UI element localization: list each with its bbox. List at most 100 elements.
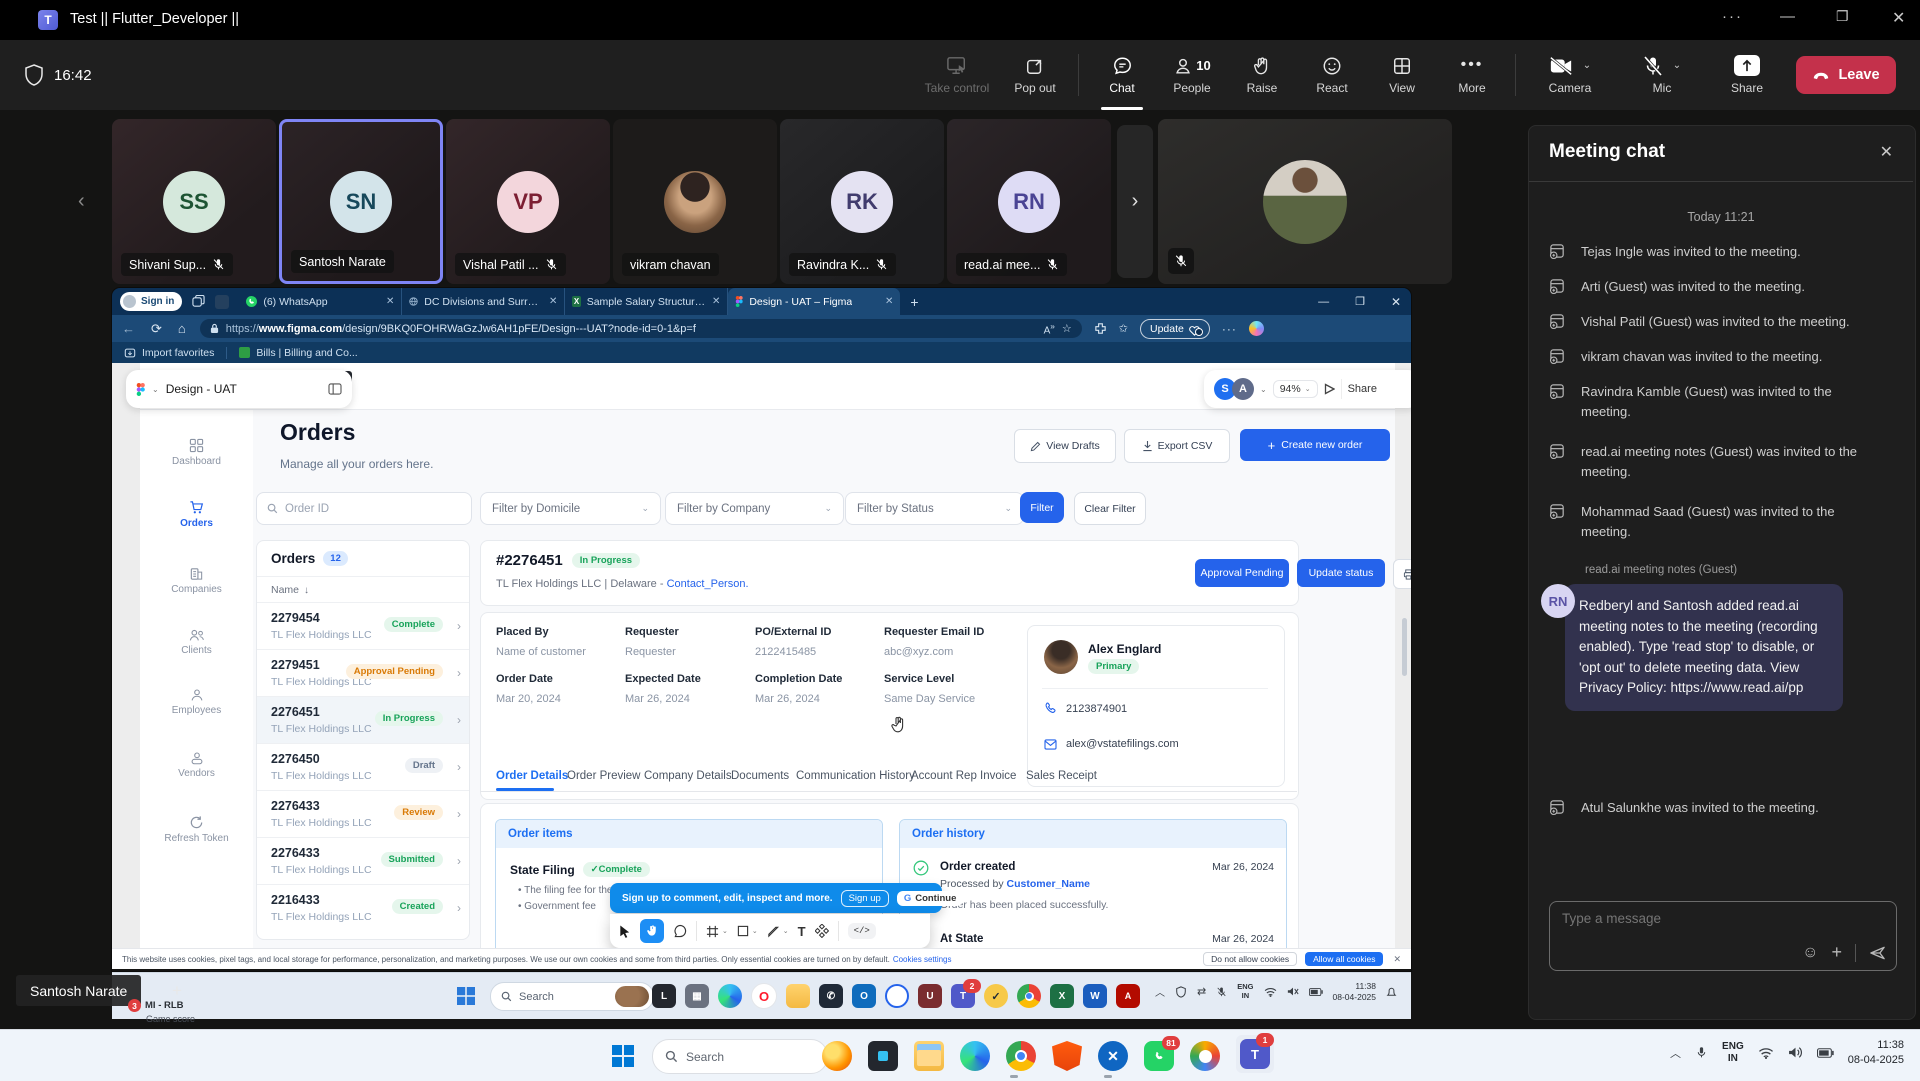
pop-out-button[interactable]: Pop out	[1000, 40, 1070, 110]
people-button[interactable]: 10 People	[1157, 40, 1227, 110]
shared-shield-icon[interactable]: U	[918, 984, 942, 1008]
export-csv-button[interactable]: Export CSV	[1124, 429, 1230, 463]
shared-notification-icon[interactable]	[1386, 986, 1397, 998]
deny-cookies-button[interactable]: Do not allow cookies	[1203, 952, 1297, 966]
order-row-selected[interactable]: 2276451TL Flex Holdings LLC In Progress›	[257, 696, 469, 744]
tab-close-icon[interactable]: ✕	[885, 296, 893, 307]
order-row[interactable]: 2279451TL Flex Holdings LLC Approval Pen…	[257, 649, 469, 697]
text-tool[interactable]: T	[798, 924, 806, 939]
sidebar-item-vendors[interactable]: Vendors	[140, 751, 253, 779]
collaborator-avatar[interactable]: A	[1232, 378, 1254, 400]
contact-phone[interactable]: 2123874901	[1066, 703, 1127, 715]
score-notification[interactable]: 3 MI - RLB	[128, 999, 184, 1012]
browser-profile-button[interactable]: Sign in	[120, 292, 182, 311]
tray-mic-icon[interactable]	[1695, 1045, 1708, 1060]
chat-message-input[interactable]	[1560, 910, 1864, 927]
scrollbar-thumb[interactable]	[1402, 618, 1407, 676]
start-button[interactable]	[612, 1045, 634, 1067]
shared-folder-icon[interactable]	[786, 984, 810, 1008]
cookie-settings-link[interactable]: Cookies settings	[893, 955, 952, 964]
move-tool-icon[interactable]	[618, 924, 631, 939]
shared-chrome-icon[interactable]	[1017, 984, 1041, 1008]
order-row[interactable]: 2279454TL Flex Holdings LLC Complete›	[257, 602, 469, 650]
video-tile-active-speaker[interactable]: SN Santosh Narate	[279, 119, 443, 284]
filter-status-select[interactable]: Filter by Status ⌄	[845, 492, 1024, 525]
sidebar-item-employees[interactable]: Employees	[140, 688, 253, 716]
video-tile[interactable]: RK Ravindra K...	[780, 119, 944, 284]
tab-documents[interactable]: Documents	[731, 770, 789, 782]
order-row[interactable]: 2276433TL Flex Holdings LLC Review›	[257, 790, 469, 838]
shared-word-icon[interactable]: W	[1083, 984, 1107, 1008]
extensions-icon[interactable]	[1094, 322, 1107, 335]
clock[interactable]: 11:3808-04-2025	[1848, 1038, 1904, 1068]
chevron-down-icon[interactable]: ⌄	[152, 385, 159, 394]
shared-volume-icon[interactable]	[1287, 986, 1299, 997]
leave-button[interactable]: Leave	[1796, 56, 1896, 94]
browser-tab-active[interactable]: Design - UAT – Figma ✕	[728, 288, 900, 315]
favorite-star-icon[interactable]: ☆	[1062, 322, 1072, 335]
name-column-header[interactable]: Name	[271, 584, 299, 596]
shared-tray-mic-off-icon[interactable]	[1216, 986, 1227, 998]
edge-icon[interactable]	[960, 1041, 990, 1071]
read-aloud-icon[interactable]: A»	[1044, 321, 1055, 336]
order-row[interactable]: 2276433TL Flex Holdings LLC Submitted›	[257, 837, 469, 885]
sidebar-item-companies[interactable]: Companies	[140, 566, 253, 595]
shared-opera-icon[interactable]: O	[751, 983, 777, 1009]
shared-app-icon[interactable]: ▦	[685, 984, 709, 1008]
tray-chevron-icon[interactable]: ︿	[1670, 1045, 1681, 1061]
pen-tool[interactable]: ⌄	[767, 925, 789, 938]
more-button[interactable]: ••• More	[1437, 40, 1507, 110]
sidebar-item-clients[interactable]: Clients	[140, 628, 253, 656]
bookmark-item[interactable]: Import favorites	[142, 347, 214, 359]
brave-icon[interactable]	[1052, 1041, 1082, 1071]
shared-excel-icon[interactable]: X	[1050, 984, 1074, 1008]
hand-tool-active[interactable]	[640, 919, 664, 943]
share-button[interactable]: Share	[1708, 40, 1786, 110]
tab-order-details[interactable]: Order Details	[496, 770, 568, 782]
camera-button[interactable]: ⌄ Camera	[1524, 40, 1616, 110]
minimize-button[interactable]: —	[1780, 8, 1795, 25]
tab-invoice[interactable]: Invoice	[980, 770, 1016, 782]
edge-update-button[interactable]: Update	[1140, 319, 1210, 339]
maximize-button[interactable]: ❐	[1836, 8, 1849, 25]
sidebar-item-dashboard[interactable]: Dashboard	[140, 438, 253, 467]
raise-hand-button[interactable]: Raise	[1227, 40, 1297, 110]
google-app-icon[interactable]	[1190, 1041, 1220, 1071]
view-button[interactable]: View	[1367, 40, 1437, 110]
pinned-tab-icon[interactable]	[215, 295, 229, 309]
browser-close-icon[interactable]: ✕	[1391, 295, 1401, 309]
language-indicator[interactable]: ENGIN	[1722, 1041, 1744, 1065]
filter-company-select[interactable]: Filter by Company ⌄	[665, 492, 844, 525]
tab-account-rep[interactable]: Account Rep	[911, 770, 977, 782]
clear-filter-button[interactable]: Clear Filter	[1074, 492, 1146, 525]
sidebar-item-orders[interactable]: Orders	[140, 500, 253, 529]
video-tile[interactable]: SS Shivani Sup...	[112, 119, 276, 284]
order-id-search[interactable]: Order ID	[256, 492, 472, 525]
firefox-icon[interactable]	[822, 1041, 852, 1071]
browser-tab[interactable]: DC Divisions and Surroundings ✕	[402, 288, 565, 315]
copilot-icon[interactable]	[1249, 321, 1264, 336]
tab-communication-history[interactable]: Communication History	[796, 770, 915, 782]
tab-close-icon[interactable]: ✕	[549, 296, 557, 307]
browser-tab[interactable]: X Sample Salary Structure with calc ✕	[565, 288, 728, 315]
video-tile[interactable]: vikram chavan	[613, 119, 777, 284]
titlebar-more-icon[interactable]: ···	[1722, 8, 1743, 25]
create-new-order-button[interactable]: + Create new order	[1240, 429, 1390, 461]
emoji-icon[interactable]: ☺	[1802, 944, 1818, 962]
shared-tray-sync-icon[interactable]: ⇄	[1197, 985, 1206, 998]
filter-apply-button[interactable]: Filter	[1020, 492, 1064, 523]
tab-sales-receipt[interactable]: Sales Receipt	[1026, 770, 1097, 782]
mic-button[interactable]: ⌄ Mic	[1616, 40, 1708, 110]
file-explorer-icon[interactable]	[914, 1041, 944, 1071]
browser-tab[interactable]: (6) WhatsApp ✕	[239, 288, 402, 315]
view-drafts-button[interactable]: View Drafts	[1014, 429, 1116, 463]
bookmark-item[interactable]: Bills | Billing and Co...	[256, 347, 357, 359]
shared-phone-icon[interactable]: ✆	[819, 984, 843, 1008]
dev-mode-toggle[interactable]: </>	[848, 923, 876, 939]
tab-company-details[interactable]: Company Details	[644, 770, 732, 782]
sign-up-button[interactable]: Sign up	[841, 890, 889, 907]
sidebar-item-refresh-token[interactable]: Refresh Token	[140, 815, 253, 844]
shared-app-ring-icon[interactable]	[885, 984, 909, 1008]
tab-order-preview[interactable]: Order Preview	[567, 770, 641, 782]
print-button[interactable]: Print	[1393, 559, 1411, 589]
